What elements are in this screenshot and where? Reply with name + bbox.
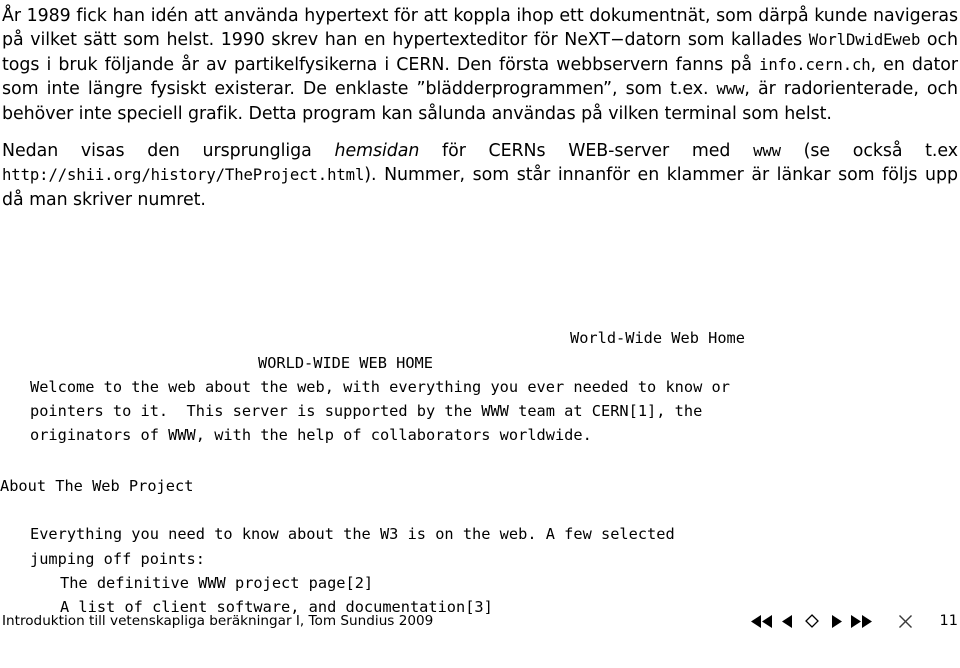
verbatim-line: Everything you need to know about the W3…: [30, 525, 675, 544]
slide-body-text: År 1989 fick han idén att använda hypert…: [0, 4, 960, 212]
previous-slide-icon[interactable]: [774, 610, 799, 632]
close-icon[interactable]: [890, 610, 920, 632]
text-run: för CERNs WEB-server med: [419, 141, 754, 162]
slide-page: År 1989 fick han idén att använda hypert…: [0, 0, 960, 640]
verbatim-link-item[interactable]: The definitive WWW project page[2]: [0, 571, 960, 595]
text-run: Nedan visas den ursprungliga: [2, 141, 335, 162]
verbatim-line: pointers to it. This server is supported…: [30, 402, 703, 421]
code-www: www: [716, 80, 745, 99]
emphasis-hemsidan: hemsidan: [334, 141, 420, 162]
first-slide-icon[interactable]: [749, 610, 774, 632]
verbatim-line: Welcome to the web about the web, with e…: [30, 377, 730, 396]
code-info-cern-ch: info.cern.ch: [759, 55, 871, 74]
paragraph-homepage-intro: Nedan visas den ursprungliga hemsidan fö…: [2, 139, 958, 212]
next-slide-icon[interactable]: [824, 610, 849, 632]
verbatim-header-right: World-Wide Web Home: [570, 329, 745, 348]
verbatim-heading: WORLD-WIDE WEB HOME: [258, 353, 433, 372]
text-run: (se också t.ex: [780, 141, 958, 162]
home-slide-icon[interactable]: [799, 610, 824, 632]
slide-footer: Introduktion till vetenskapliga beräknin…: [0, 606, 960, 640]
code-url-shii: http://shii.org/history/TheProject.html: [2, 166, 365, 185]
navigation-controls: 11: [749, 610, 958, 632]
code-worldwideweb: WorlDwidEweb: [808, 31, 921, 50]
paragraph-history: År 1989 fick han idén att använda hypert…: [2, 4, 958, 126]
footer-credit: Introduktion till vetenskapliga beräknin…: [2, 613, 434, 629]
code-www-2: www: [753, 142, 781, 161]
last-slide-icon[interactable]: [849, 610, 874, 632]
verbatim-line: jumping off points:: [30, 549, 205, 568]
page-number: 11: [939, 613, 958, 629]
